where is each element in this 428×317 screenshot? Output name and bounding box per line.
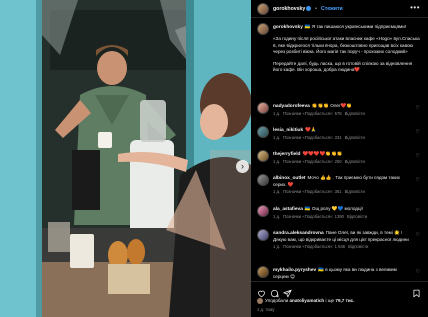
avatar[interactable] (257, 102, 269, 114)
heart-icon[interactable]: ♡ (416, 232, 420, 238)
caption-paragraph: 🇺🇦 Я так пишаюся українськими підприємця… (304, 24, 407, 29)
comments-scroll-area[interactable]: gorokhovsky 🇺🇦 Я так пишаюся українськими… (251, 19, 428, 281)
comment-time: 1 д. (273, 135, 281, 141)
heart-icon[interactable] (257, 285, 266, 298)
heart-icon[interactable]: ♡ (416, 153, 420, 159)
comment-icon[interactable] (270, 285, 279, 298)
comment-likes[interactable]: Позначки «Подобається»: 578 (283, 111, 342, 116)
comment-time: 1 д. (273, 159, 281, 165)
reply-button[interactable]: Відповісти (345, 159, 365, 164)
follow-button[interactable]: Стежити (321, 6, 343, 12)
avatar[interactable] (257, 150, 269, 162)
heart-icon[interactable]: ♡ (416, 105, 420, 111)
caption-paragraph: «За годину після російської атаки власни… (273, 36, 420, 55)
post-photo[interactable]: › (0, 0, 251, 317)
comment-text: ❤️❤️❤️❤️👏👏👏 (302, 151, 343, 156)
avatar (257, 298, 263, 304)
avatar[interactable] (257, 205, 269, 217)
more-options-icon[interactable]: ••• (410, 3, 420, 12)
comment-username[interactable]: nadyadorofeeva (273, 104, 310, 109)
photo-illustration (0, 0, 251, 317)
heart-icon[interactable]: ♡ (416, 208, 420, 214)
avatar[interactable] (257, 229, 269, 241)
avatar[interactable] (257, 3, 269, 15)
comment-time: 1 д. (273, 244, 281, 250)
avatar[interactable] (257, 23, 269, 35)
reply-button[interactable]: Відповісти (345, 111, 365, 116)
comment-username[interactable]: thejerryfield (273, 152, 300, 157)
author-username[interactable]: gorokhovsky (273, 6, 312, 12)
comment-text: 🇺🇦 Ощ ролу 💛💙 молодці! (304, 206, 363, 211)
share-icon[interactable] (283, 285, 292, 298)
heart-icon[interactable]: ♡ (416, 129, 420, 135)
reply-button[interactable]: Відповісти (348, 244, 368, 249)
comment-likes[interactable]: Позначки «Подобається»: 1390 (283, 214, 344, 219)
liked-prefix: Уподобали (265, 298, 289, 304)
caption-text: gorokhovsky 🇺🇦 Я так пишаюся українськими… (273, 24, 421, 73)
instagram-post: › gorokhovsky • Стежити ••• gorokhovsky 🇺… (0, 0, 428, 317)
avatar[interactable] (257, 266, 269, 278)
separator-dot: • (315, 5, 317, 12)
comment-likes[interactable]: Позначки «Подобається»: 331 (283, 135, 342, 140)
reply-button[interactable]: Відповісти (345, 189, 365, 194)
comment-time: 1 д. (273, 111, 281, 117)
caption-paragraph: Передайте далі, будь ласка, що в готовій… (273, 60, 413, 73)
comment-username[interactable]: mykhailo.pyryshev (273, 268, 316, 273)
chevron-right-icon[interactable]: › (236, 160, 249, 173)
post-date: 1 д. тому (257, 307, 275, 312)
comment-username[interactable]: lesia_nikitiuk (273, 128, 303, 133)
caption-username[interactable]: gorokhovsky (273, 25, 303, 30)
comment-text: ❤️🙏 (305, 127, 317, 132)
comment-time: 1 д. (273, 189, 281, 195)
comment-likes[interactable]: Позначки «Подобається»: 361 (283, 189, 342, 194)
avatar[interactable] (257, 174, 269, 186)
liked-mid: і ще (325, 298, 335, 304)
comment-likes[interactable]: Позначки «Подобається»: 250 (283, 159, 342, 164)
heart-icon[interactable]: ♡ (416, 177, 420, 183)
liked-by[interactable]: Уподобали anatoliyamatich і ще 79,7 тис. (257, 298, 355, 304)
comment-username[interactable]: sandra.aleksandrovna (273, 231, 324, 236)
reply-button[interactable]: Відповісти (345, 135, 365, 140)
avatar[interactable] (257, 126, 269, 138)
comment-likes[interactable]: Позначки «Подобається»: 1 546 (283, 244, 345, 249)
post-sidebar: gorokhovsky • Стежити ••• gorokhovsky 🇺🇦 … (251, 0, 428, 317)
liked-count[interactable]: 79,7 тис. (335, 298, 354, 303)
verified-badge-icon (306, 6, 312, 12)
comment-username[interactable]: ala_astafieva (273, 207, 303, 212)
reply-button[interactable]: Відповісти (347, 214, 367, 219)
post-header: gorokhovsky • Стежити ••• (251, 0, 428, 18)
comment-username[interactable]: albinox_outlet (273, 176, 306, 181)
comment-text: 👏👏👏 Олег❤️👏 (311, 103, 353, 108)
bookmark-icon[interactable] (412, 285, 421, 298)
heart-icon[interactable]: ♡ (416, 269, 420, 275)
post-actions: Уподобали anatoliyamatich і ще 79,7 тис.… (251, 281, 428, 317)
author-username-text[interactable]: gorokhovsky (273, 6, 305, 12)
comment-time: 1 д. (273, 214, 281, 220)
liked-user[interactable]: anatoliyamatich (290, 298, 325, 303)
